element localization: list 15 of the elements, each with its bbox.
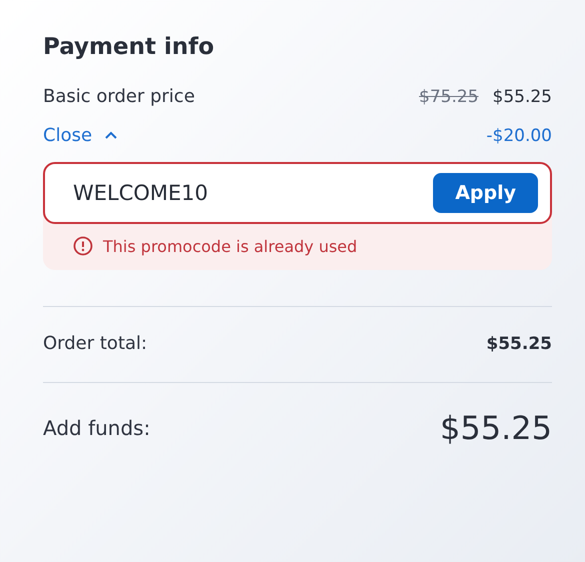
funds-value: $55.25 [440,409,552,447]
discount-value: -$20.00 [486,126,552,146]
chevron-icon [104,131,118,140]
old-price: $75.25 [419,86,479,106]
warning-icon [73,236,93,256]
price-value: $55.25 [492,86,552,106]
total-value: $55.25 [486,334,552,354]
panel-title: Payment info [43,34,216,60]
promo-toggle[interactable]: Close [43,125,118,146]
error-message: This promocode is already used [103,236,358,256]
promo-field[interactable]: WELCOME10 Apply [43,162,552,224]
apply-button[interactable]: Apply [433,173,538,213]
total-label: Order total: [43,333,148,354]
funds-label: Add funds: [43,416,150,440]
price-label: Basic order price [43,86,195,107]
